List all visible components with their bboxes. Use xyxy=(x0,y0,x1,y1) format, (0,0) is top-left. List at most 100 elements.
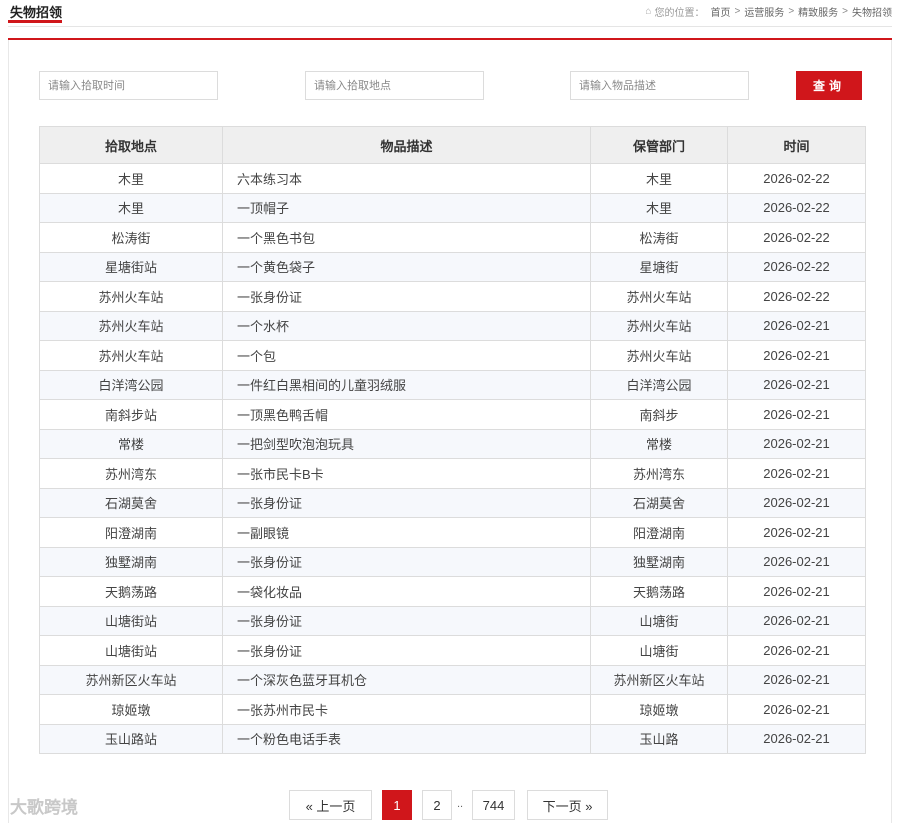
prev-page-button[interactable]: « 上一页 xyxy=(289,790,372,820)
cell-time: 2026-02-22 xyxy=(727,281,866,312)
cell-department: 玉山路 xyxy=(590,723,728,754)
column-header-department: 保管部门 xyxy=(590,126,728,164)
cell-time: 2026-02-21 xyxy=(727,399,866,430)
cell-department: 松涛街 xyxy=(590,222,728,253)
cell-location: 苏州火车站 xyxy=(39,310,223,341)
cell-location: 常楼 xyxy=(39,428,223,459)
cell-department: 天鹅荡路 xyxy=(590,576,728,607)
cell-description: 一张身份证 xyxy=(222,605,591,636)
cell-time: 2026-02-21 xyxy=(727,694,866,725)
cell-time: 2026-02-22 xyxy=(727,251,866,282)
cell-description: 一张市民卡B卡 xyxy=(222,458,591,489)
breadcrumb-current[interactable]: 失物招领 xyxy=(852,4,892,19)
cell-description: 一个包 xyxy=(222,340,591,371)
cell-department: 苏州火车站 xyxy=(590,310,728,341)
page-button-2[interactable]: 2 xyxy=(422,790,452,820)
search-button[interactable]: 查询 xyxy=(796,71,862,100)
table-row: 白洋湾公园 一件红白黑相间的儿童羽绒服 白洋湾公园 2026-02-21 xyxy=(39,369,866,400)
cell-department: 阳澄湖南 xyxy=(590,517,728,548)
cell-time: 2026-02-21 xyxy=(727,576,866,607)
cell-location: 石湖莫舍 xyxy=(39,487,223,518)
table-row: 独墅湖南 一张身份证 独墅湖南 2026-02-21 xyxy=(39,546,866,577)
breadcrumb-home[interactable]: 首页 xyxy=(710,4,730,19)
table-row: 苏州新区火车站 一个深灰色蓝牙耳机仓 苏州新区火车站 2026-02-21 xyxy=(39,664,866,695)
cell-location: 星塘街站 xyxy=(39,251,223,282)
pickup-time-input[interactable] xyxy=(39,71,218,100)
cell-department: 独墅湖南 xyxy=(590,546,728,577)
breadcrumb-services[interactable]: 精致服务 xyxy=(798,4,838,19)
table-row: 天鹅荡路 一袋化妆品 天鹅荡路 2026-02-21 xyxy=(39,576,866,607)
table-row: 石湖莫舍 一张身份证 石湖莫舍 2026-02-21 xyxy=(39,487,866,518)
cell-location: 山塘街站 xyxy=(39,635,223,666)
cell-description: 一顶帽子 xyxy=(222,192,591,223)
watermark-logo: 大歌跨境 xyxy=(10,798,78,817)
cell-description: 一件红白黑相间的儿童羽绒服 xyxy=(222,369,591,400)
cell-time: 2026-02-21 xyxy=(727,723,866,754)
lost-found-table: 拾取地点 物品描述 保管部门 时间 木里 六本练习本 木里 2026-02-22 木里一… xyxy=(39,126,866,754)
cell-department: 南斜步 xyxy=(590,399,728,430)
cell-time: 2026-02-21 xyxy=(727,310,866,341)
breadcrumb-separator: > xyxy=(842,6,848,17)
next-page-button[interactable]: 下一页 » xyxy=(527,790,608,820)
breadcrumb-prefix: 您的位置： xyxy=(654,8,705,19)
cell-location: 木里 xyxy=(39,192,223,223)
breadcrumb-separator: > xyxy=(734,6,741,17)
cell-description: 一个粉色电话手表 xyxy=(222,723,591,754)
table-row: 山塘街站 一张身份证 山塘街 2026-02-21 xyxy=(39,635,866,666)
table-row: 阳澄湖南 一副眼镜 阳澄湖南 2026-02-21 xyxy=(39,517,866,548)
cell-location: 松涛街 xyxy=(39,222,223,253)
cell-description: 一个水杯 xyxy=(222,310,591,341)
cell-department: 常楼 xyxy=(590,428,728,459)
home-icon: ⌂ xyxy=(645,6,652,17)
table-row: 木里 六本练习本 木里 2026-02-22 xyxy=(39,163,866,194)
page-button-1[interactable]: 1 xyxy=(382,790,412,820)
cell-department: 山塘街 xyxy=(590,635,728,666)
table-row: 苏州火车站 一个包 苏州火车站 2026-02-21 xyxy=(39,340,866,371)
cell-description: 一张身份证 xyxy=(222,281,591,312)
cell-time: 2026-02-21 xyxy=(727,546,866,577)
item-description-input[interactable] xyxy=(570,71,749,100)
cell-description: 一个深灰色蓝牙耳机仓 xyxy=(222,664,591,695)
cell-location: 玉山路站 xyxy=(39,723,223,754)
table-row: 玉山路站 一个粉色电话手表 玉山路 2026-02-21 xyxy=(39,723,866,754)
table-row: 琼姬墩 一张苏州市民卡 琼姬墩 2026-02-21 xyxy=(39,694,866,725)
cell-time: 2026-02-21 xyxy=(727,487,866,518)
cell-location: 苏州火车站 xyxy=(39,340,223,371)
cell-time: 2026-02-21 xyxy=(727,369,866,400)
cell-department: 苏州湾东 xyxy=(590,458,728,489)
cell-department: 苏州火车站 xyxy=(590,281,728,312)
table-row: 星塘街站 一个黄色袋子 星塘街 2026-02-22 xyxy=(39,251,866,282)
page-header: 失物招领 ⌂ 您的位置： 首页 > 运营服务 > 精致服务 > 失物招领 xyxy=(8,0,892,40)
cell-description: 一副眼镜 xyxy=(222,517,591,548)
cell-time: 2026-02-21 xyxy=(727,428,866,459)
cell-description: 一张身份证 xyxy=(222,635,591,666)
cell-department: 苏州火车站 xyxy=(590,340,728,371)
cell-department: 山塘街 xyxy=(590,605,728,636)
cell-location: 苏州火车站 xyxy=(39,281,223,312)
cell-department: 琼姬墩 xyxy=(590,694,728,725)
cell-department: 木里 xyxy=(590,192,728,223)
cell-time: 2026-02-22 xyxy=(727,163,866,194)
breadcrumb-separator: > xyxy=(788,6,795,17)
cell-time: 2026-02-21 xyxy=(727,664,866,695)
column-header-description: 物品描述 xyxy=(222,126,591,164)
column-header-location: 拾取地点 xyxy=(39,126,223,164)
breadcrumb-operations[interactable]: 运营服务 xyxy=(744,4,784,19)
table-row: 山塘街站 一张身份证 山塘街 2026-02-21 xyxy=(39,605,866,636)
cell-time: 2026-02-21 xyxy=(727,340,866,371)
page-button-last[interactable]: 744 xyxy=(472,790,515,820)
cell-location: 苏州湾东 xyxy=(39,458,223,489)
cell-location: 木里 xyxy=(39,163,223,194)
cell-location: 独墅湖南 xyxy=(39,546,223,577)
cell-time: 2026-02-21 xyxy=(727,517,866,548)
cell-time: 2026-02-21 xyxy=(727,635,866,666)
pickup-location-input[interactable] xyxy=(305,71,484,100)
pagination-ellipsis: .. xyxy=(457,798,464,810)
page-title: 失物招领 xyxy=(10,5,63,20)
cell-description: 一个黑色书包 xyxy=(222,222,591,253)
cell-location: 白洋湾公园 xyxy=(39,369,223,400)
cell-department: 白洋湾公园 xyxy=(590,369,728,400)
cell-description: 一顶黑色鸭舌帽 xyxy=(222,399,591,430)
table-row: 常楼 一把剑型吹泡泡玩具 常楼 2026-02-21 xyxy=(39,428,866,459)
table-header-row: 拾取地点 物品描述 保管部门 时间 xyxy=(39,126,866,164)
